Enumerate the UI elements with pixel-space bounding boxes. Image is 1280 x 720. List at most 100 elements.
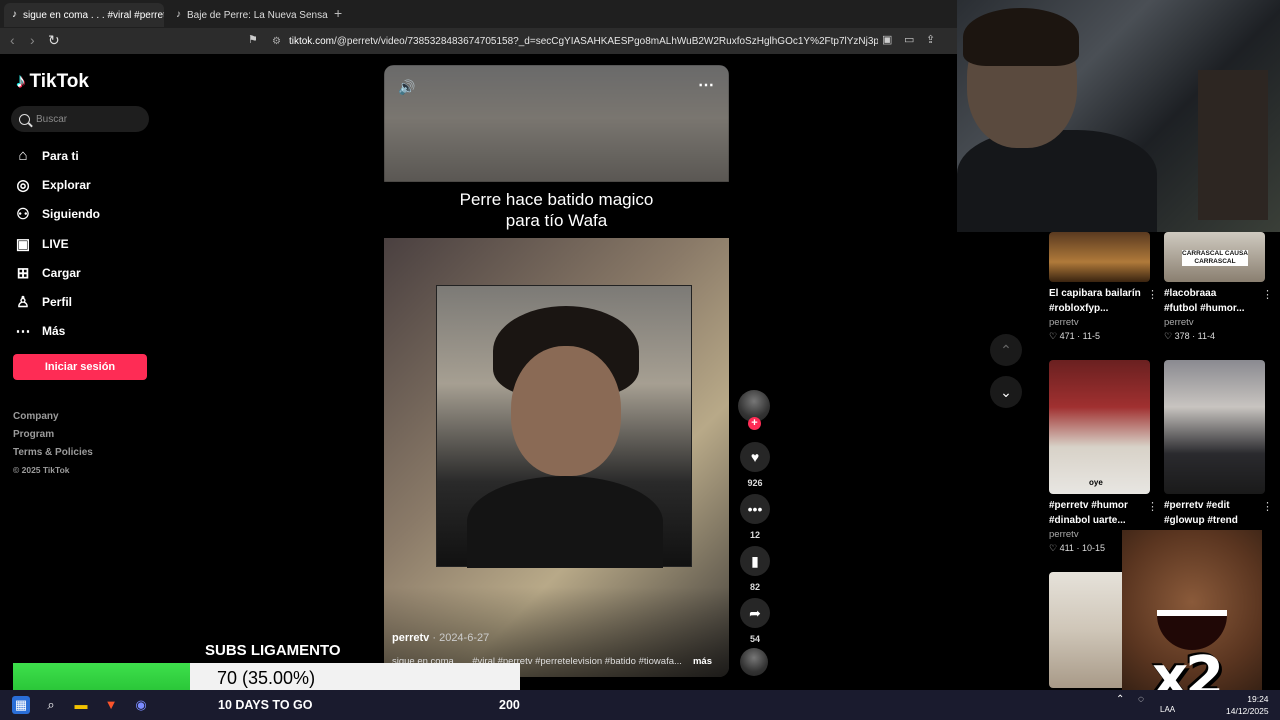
address-bar[interactable]: ⚙ tiktok.com/@perretv/video/738532848367… <box>268 31 878 51</box>
follow-plus-icon[interactable]: + <box>748 417 761 430</box>
card-stats: ♡ 378 · 11-4 <box>1164 331 1215 341</box>
video-card[interactable]: El capibara bailarín ⋮ #robloxfyp... per… <box>1049 232 1158 342</box>
back-icon[interactable]: ‹ <box>10 32 15 48</box>
caption-line: Perre hace batido magico <box>459 190 654 209</box>
brave-browser-icon[interactable]: ▼ <box>102 696 120 714</box>
video-thumbnail[interactable]: oye <box>1049 360 1150 494</box>
music-disc-icon[interactable] <box>740 648 768 676</box>
like-count: 926 <box>747 478 763 488</box>
browser-toolbar: ‹ › ↻ ⚑ ⚙ tiktok.com/@perretv/video/7385… <box>0 28 960 54</box>
video-thumbnail[interactable] <box>1164 360 1265 494</box>
card-title: #robloxfyp... <box>1049 303 1109 314</box>
previous-video-button[interactable]: ⌃ <box>990 334 1022 366</box>
card-menu-icon[interactable]: ⋮ <box>1262 288 1273 301</box>
more-options-icon[interactable]: ⋯ <box>698 75 715 95</box>
home-icon: ⌂ <box>18 147 28 165</box>
comment-count: 12 <box>749 530 760 540</box>
system-clock[interactable]: 19:24 14/12/2025 <box>1226 693 1269 717</box>
file-explorer-icon[interactable]: ▬ <box>72 696 90 714</box>
keyboard-layout[interactable]: LAA <box>1160 705 1175 714</box>
sidebar-item-label: Perfil <box>42 295 73 310</box>
reload-icon[interactable]: ↻ <box>48 32 60 49</box>
card-menu-icon[interactable]: ⋮ <box>1147 500 1158 513</box>
card-user[interactable]: perretv <box>1164 317 1265 328</box>
volume-icon[interactable]: 🔊 <box>398 79 415 96</box>
video-thumbnail[interactable] <box>1049 232 1150 282</box>
meme-overlay: x2 <box>1122 530 1262 710</box>
more-icon: ⋯ <box>15 323 31 341</box>
person-face <box>511 346 621 476</box>
card-menu-icon[interactable]: ⋮ <box>1262 500 1273 513</box>
search-input[interactable]: Buscar <box>11 106 149 132</box>
share-button[interactable]: ➦ 54 <box>740 598 770 644</box>
card-stats: ♡ 471 · 11-5 <box>1049 331 1100 341</box>
new-tab-button[interactable]: + <box>334 5 342 21</box>
discord-icon[interactable]: ◉ <box>132 696 150 714</box>
sidebar-item-label: Para ti <box>42 148 79 163</box>
video-actions: + ♥ 926 ••• 12 ▮ 82 ➦ 54 <box>738 390 772 676</box>
video-card[interactable]: oye #perretv #humor ⋮ #dinabol uarte... … <box>1049 360 1158 554</box>
upload-icon: ⊞ <box>16 264 30 282</box>
sidebar-item-label: Más <box>42 324 66 339</box>
browser-tab[interactable]: ♪ Baje de Perre: La Nueva Sensación en <box>168 3 328 27</box>
card-title: #perretv #edit <box>1164 500 1230 511</box>
compass-icon: ◎ <box>16 176 30 194</box>
sidebar-item-cargar[interactable]: ⊞ Cargar <box>14 258 100 287</box>
footer-link-terms[interactable]: Terms & Policies <box>13 444 93 462</box>
tab-title: Baje de Perre: La Nueva Sensación en <box>187 9 328 21</box>
card-title: El capibara bailarín <box>1049 288 1141 299</box>
profile-icon: ♙ <box>16 294 30 312</box>
browser-tab-active[interactable]: ♪ sigue en coma . . . #viral #perret ✕ <box>4 3 164 27</box>
more-link[interactable]: más <box>693 656 712 667</box>
tray-chevron-icon[interactable]: ⌃ <box>1116 694 1124 705</box>
search-icon[interactable]: ⌕ <box>42 696 60 714</box>
card-date: 11-4 <box>1197 331 1215 341</box>
sidebar-item-live[interactable]: ▣ LIVE <box>14 229 100 258</box>
screen-icon[interactable]: ▭ <box>904 33 914 46</box>
reader-icon[interactable]: ▣ <box>882 33 892 46</box>
like-button[interactable]: ♥ 926 <box>740 442 770 488</box>
windows-taskbar <box>0 690 1280 720</box>
author-name[interactable]: perretv <box>392 632 429 644</box>
heart-outline-icon: ♡ <box>1164 331 1173 341</box>
login-button[interactable]: Iniciar sesión <box>13 354 147 380</box>
start-icon[interactable]: ▦ <box>12 696 30 714</box>
network-icon[interactable]: ◌ <box>1138 694 1144 705</box>
search-placeholder: Buscar <box>36 113 68 125</box>
browser-tab-strip: ♪ sigue en coma . . . #viral #perret ✕ ♪… <box>0 0 960 28</box>
sidebar-item-perfil[interactable]: ♙ Perfil <box>14 287 100 316</box>
save-button[interactable]: ▮ 82 <box>740 546 770 592</box>
card-likes: 471 <box>1059 331 1075 341</box>
video-author[interactable]: perretv · 2024-6-27 <box>392 632 489 644</box>
card-likes: 411 <box>1059 543 1074 553</box>
sidebar-nav: ⌂ Para ti ◎ Explorar ⚇ Siguiendo ▣ LIVE … <box>14 141 101 346</box>
heart-icon: ♥ <box>740 442 770 472</box>
next-video-button[interactable]: ⌄ <box>990 376 1022 408</box>
video-player[interactable]: Perre hace batido magico para tío Wafa 🔊… <box>384 65 729 677</box>
comment-button[interactable]: ••• 12 <box>740 494 770 540</box>
creator-avatar[interactable]: + <box>738 390 770 430</box>
card-likes: 378 <box>1174 331 1190 341</box>
tiktok-note-icon: ♪ <box>16 71 26 92</box>
sidebar-item-siguiendo[interactable]: ⚇ Siguiendo <box>14 200 100 229</box>
card-user[interactable]: perretv <box>1049 317 1150 328</box>
forward-icon[interactable]: › <box>30 32 35 48</box>
bookmark-icon[interactable]: ⚑ <box>248 33 258 46</box>
footer-link-program[interactable]: Program <box>13 426 93 444</box>
tiktok-logo[interactable]: ♪ TikTok <box>16 71 89 93</box>
video-card[interactable]: CARRASCAL CAUSA CARRASCAL #lacobraaa ⋮ #… <box>1164 232 1273 342</box>
sidebar-item-mas[interactable]: ⋯ Más <box>14 317 100 346</box>
video-card[interactable]: #perretv #edit ⋮ #glowup #trend <box>1164 360 1273 528</box>
video-thumbnail[interactable]: CARRASCAL CAUSA CARRASCAL <box>1164 232 1265 282</box>
streamer-body <box>957 130 1157 232</box>
footer-link-company[interactable]: Company <box>13 408 93 426</box>
sidebar-item-label: LIVE <box>42 236 69 251</box>
share-icon[interactable]: ⇪ <box>926 33 935 46</box>
streamer-hair <box>963 8 1079 66</box>
sidebar-item-explorar[interactable]: ◎ Explorar <box>14 170 100 199</box>
site-info-icon[interactable]: ⚙ <box>272 36 281 47</box>
comment-icon: ••• <box>740 494 770 524</box>
sidebar-item-para-ti[interactable]: ⌂ Para ti <box>14 141 100 170</box>
card-menu-icon[interactable]: ⋮ <box>1147 288 1158 301</box>
bookmark-icon: ▮ <box>740 546 770 576</box>
